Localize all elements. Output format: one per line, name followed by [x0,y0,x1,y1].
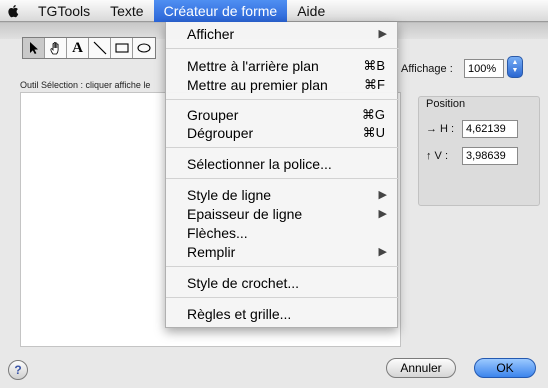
menu-tgtools[interactable]: TGTools [28,0,100,22]
hand-icon[interactable] [45,38,67,58]
menu-item-afficher[interactable]: Afficher ▶ [166,25,399,43]
tool-palette: A [22,37,156,59]
menu-item-shortcut: ⌘F [364,77,385,92]
menu-separator [166,297,399,298]
menu-bar: TGTools Texte Créateur de forme Aide [0,0,548,22]
menu-item-shortcut: ⌘B [363,58,385,73]
menu-separator [166,266,399,267]
menu-item-bracket-style[interactable]: Style de crochet... [166,274,399,292]
menu-item-label: Mettre à l'arrière plan [187,58,319,74]
menu-item-label: Grouper [187,107,239,123]
menu-item-label: Style de crochet... [187,275,300,291]
stepper-up-icon: ▲ [511,59,519,66]
menu-item-label: Afficher [187,26,235,42]
menu-item-label: Sélectionner la police... [187,156,332,172]
menu-item-rulers-grid[interactable]: Règles et grille... [166,305,399,323]
zoom-stepper[interactable]: ▲ ▼ [507,56,523,78]
submenu-arrow-icon: ▶ [378,208,387,220]
menu-item-shortcut: ⌘U [362,125,385,140]
menu-item-label: Règles et grille... [187,306,292,322]
menu-separator [166,147,399,148]
ok-button[interactable]: OK [474,358,536,378]
apple-icon[interactable] [0,0,28,22]
menu-createur-de-forme[interactable]: Créateur de forme [153,0,288,22]
menu-item-group[interactable]: Grouper ⌘G [166,106,399,124]
menu-item-arrows[interactable]: Flèches... [166,224,399,242]
line-icon[interactable] [89,38,111,58]
rectangle-icon[interactable] [111,38,133,58]
tool-hint: Outil Sélection : cliquer affiche le [20,80,151,90]
stepper-down-icon: ▼ [511,67,519,74]
cancel-button[interactable]: Annuler [386,358,456,378]
menu-texte[interactable]: Texte [100,0,153,22]
menu-item-label: Style de ligne [187,187,272,203]
menu-item-bring-to-front[interactable]: Mettre au premier plan ⌘F [166,76,399,94]
menu-item-label: Mettre au premier plan [187,77,328,93]
select-arrow-icon[interactable] [23,38,45,58]
position-title: Position [426,98,466,110]
ellipse-icon[interactable] [133,38,155,58]
menu-item-line-style[interactable]: Style de ligne ▶ [166,186,399,204]
menu-item-ungroup[interactable]: Dégrouper ⌘U [166,124,399,142]
menu-item-label: Remplir [187,244,236,260]
v-label: ↑ V : [426,150,449,162]
v-position-field[interactable] [462,147,518,165]
menu-item-select-font[interactable]: Sélectionner la police... [166,155,399,173]
menu-item-label: Dégrouper [187,125,254,141]
h-position-field[interactable] [462,120,518,138]
h-label: → H : [426,123,455,135]
menu-separator [166,99,399,100]
menu-item-send-to-back[interactable]: Mettre à l'arrière plan ⌘B [166,57,399,75]
zoom-field[interactable] [464,59,504,78]
help-button[interactable]: ? [8,360,28,380]
submenu-arrow-icon: ▶ [378,189,387,201]
text-icon[interactable]: A [67,38,89,58]
menu-separator [166,178,399,179]
menu-item-label: Flèches... [187,225,248,241]
menu-item-fill[interactable]: Remplir ▶ [166,243,399,261]
zoom-label: Affichage : [401,63,453,75]
createur-de-forme-menu: Afficher ▶ Mettre à l'arrière plan ⌘B Me… [165,22,399,328]
text-tool-glyph: A [72,39,83,56]
menu-separator [166,48,399,49]
submenu-arrow-icon: ▶ [378,246,387,258]
menu-aide[interactable]: Aide [287,0,335,22]
menu-item-shortcut: ⌘G [361,107,385,122]
menu-item-label: Epaisseur de ligne [187,206,303,222]
menu-item-line-thickness[interactable]: Epaisseur de ligne ▶ [166,205,399,223]
submenu-arrow-icon: ▶ [378,28,387,40]
